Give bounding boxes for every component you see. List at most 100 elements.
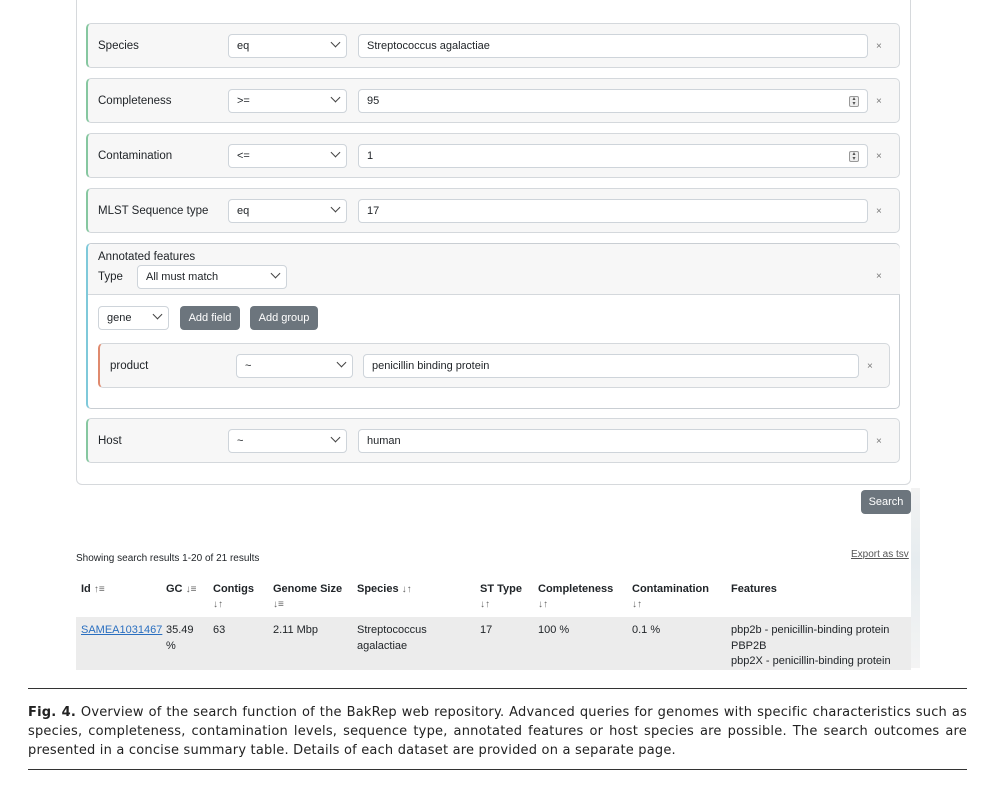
caption-text: Overview of the search function of the B… [28,705,967,758]
operator-select[interactable]: <= [228,144,347,168]
operator-select[interactable]: eq [228,199,347,223]
group-title: Annotated features [98,251,196,263]
gc-unit: % [166,639,176,652]
column-header-features: Features [731,582,901,597]
header-line1: Contamination [632,583,709,595]
number-spinner-icon[interactable]: ▴ ▾ [849,151,859,162]
remove-group-icon[interactable]: × [876,272,882,282]
value-input[interactable]: human [358,429,868,453]
value-text: penicillin binding protein [372,360,490,372]
export-tsv-link[interactable]: Export as tsv [851,549,909,560]
operator-value: <= [237,150,250,162]
value-input[interactable]: penicillin binding protein [363,354,859,378]
chevron-down-icon [330,432,341,443]
sort-icon[interactable]: ↓↑ [402,584,412,595]
rule-completeness: Completeness >= 95 ▴ ▾ × [86,78,900,123]
number-spinner-icon[interactable]: ▴ ▾ [849,96,859,107]
sort-icon[interactable]: ↓↑ [480,599,490,610]
remove-rule-icon[interactable]: × [876,437,882,447]
operator-value: >= [237,95,250,107]
remove-rule-icon[interactable]: × [876,207,882,217]
value-input[interactable]: 95 ▴ ▾ [358,89,868,113]
search-button[interactable]: Search [861,490,911,514]
group-type-label: Type [98,271,123,283]
column-header-genome-size[interactable]: Genome Size ↓≡ [273,582,353,612]
header-line1: ST Type [480,583,522,595]
header-line2: Id [81,583,91,595]
cell-contamination: 0.1 % [632,624,661,636]
cell-contigs: 63 [213,624,226,636]
sort-icon[interactable]: ↓≡ [186,584,197,595]
cell-features: pbp2b - penicillin-binding protein PBP2B… [731,623,909,670]
remove-rule-icon[interactable]: × [876,97,882,107]
remove-rule-icon[interactable]: × [867,362,873,372]
column-header-contigs[interactable]: Contigs ↓↑ [213,582,269,612]
value-text: 17 [367,205,380,217]
group-header: Annotated features Type All must match × [88,244,900,295]
chevron-down-icon [330,202,341,213]
caption-top-rule [28,688,967,689]
operator-value: eq [237,205,250,217]
header-line1: Completeness [538,583,614,595]
field-type-select[interactable]: gene [98,306,169,330]
column-header-species[interactable]: Species ↓↑ [357,582,475,597]
sort-icon[interactable]: ↓≡ [273,599,284,610]
chevron-down-icon [330,147,341,158]
operator-value: ~ [245,360,252,372]
feature-item: pbp2b - penicillin-binding protein [731,624,890,636]
rule-field-label: Completeness [98,95,172,107]
operator-select[interactable]: >= [228,89,347,113]
sort-icon[interactable]: ↓↑ [632,599,642,610]
cell-genome-size: 2.11 Mbp [273,624,319,636]
match-type-select[interactable]: All must match [137,265,287,289]
header-line1: Genome Size [273,583,343,595]
value-input[interactable]: 1 ▴ ▾ [358,144,868,168]
column-header-st-type[interactable]: ST Type ↓↑ [480,582,535,612]
rule-field-label: Contamination [98,150,173,162]
match-type-value: All must match [146,271,219,283]
value-text: 1 [367,150,374,162]
cell-species: Streptococcus agalactiae [357,623,427,654]
species-line1: Streptococcus [357,624,427,636]
header-line2: Species [357,583,399,595]
column-header-completeness[interactable]: Completeness ↓↑ [538,582,628,612]
rule-host: Host ~ human × [86,418,900,463]
operator-select[interactable]: eq [228,34,347,58]
column-header-id[interactable]: Id ↑≡ [81,582,161,597]
rule-field-label: MLST Sequence type [98,205,209,217]
feature-item: PBP2B [731,639,767,652]
figure-caption: Fig. 4. Overview of the search function … [28,703,967,760]
value-text: Streptococcus agalactiae [367,40,490,52]
column-header-gc[interactable]: GC ↓≡ [166,582,210,597]
sample-id-link[interactable]: SAMEA1031467 [81,623,162,639]
species-line2: agalactiae [357,639,408,652]
chevron-down-icon [330,92,341,103]
column-header-contamination[interactable]: Contamination ↓↑ [632,582,728,612]
remove-rule-icon[interactable]: × [876,42,882,52]
sort-icon[interactable]: ↓↑ [538,599,548,610]
value-input[interactable]: Streptococcus agalactiae [358,34,868,58]
rule-species: Species eq Streptococcus agalactiae × [86,23,900,68]
header-line2: GC [166,583,183,595]
operator-value: ~ [237,435,244,447]
chevron-down-icon [270,268,281,279]
annotated-features-group: Annotated features Type All must match ×… [86,243,900,409]
background-decoration [911,488,920,668]
cell-st-type: 17 [480,624,493,636]
sort-icon[interactable]: ↓↑ [213,599,223,610]
sort-icon[interactable]: ↑≡ [94,584,105,595]
field-type-value: gene [107,312,132,324]
operator-select[interactable]: ~ [236,354,353,378]
figure-label: Fig. 4. [28,705,77,720]
add-field-button[interactable]: Add field [180,306,240,330]
chevron-down-icon [336,357,347,368]
value-text: 95 [367,95,380,107]
header-line2: Features [731,583,777,595]
rule-field-label: Species [98,40,139,52]
add-group-button[interactable]: Add group [250,306,318,330]
operator-select[interactable]: ~ [228,429,347,453]
rule-mlst-sequence-type: MLST Sequence type eq 17 × [86,188,900,233]
feature-item: pbp2X - penicillin-binding protein [731,655,891,667]
remove-rule-icon[interactable]: × [876,152,882,162]
value-input[interactable]: 17 [358,199,868,223]
